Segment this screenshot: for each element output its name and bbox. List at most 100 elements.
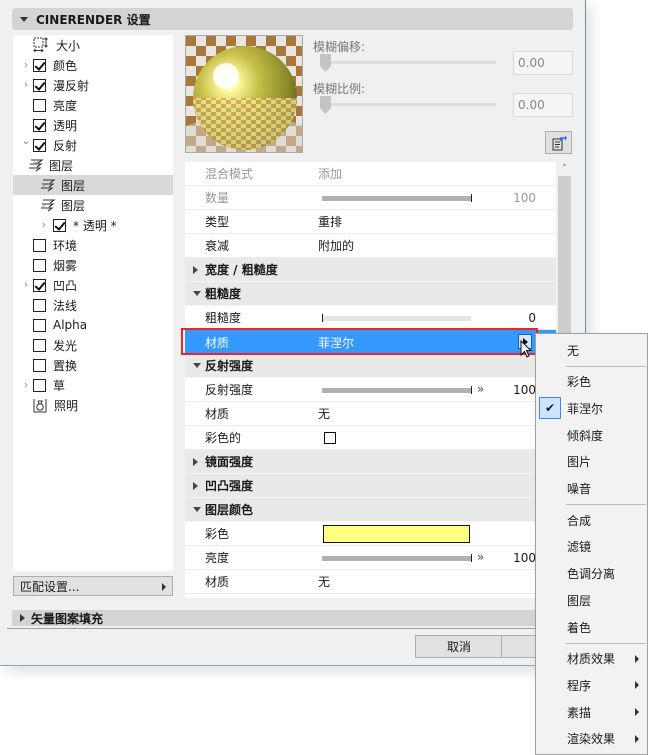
collapse-triangle-icon[interactable] [193,363,201,368]
menu-item[interactable]: 噪音 [536,476,647,502]
menu-item[interactable]: 彩色 [536,369,647,395]
checkbox[interactable] [33,338,46,352]
chevron-right-icon[interactable]: › [21,79,31,90]
slider-handle[interactable] [471,194,472,202]
blur-scale-slider-thumb[interactable] [320,96,331,114]
property-number[interactable]: 100 [513,551,536,565]
tree-item[interactable]: Alpha [13,315,173,335]
chevron-right-icon[interactable]: › [21,379,31,390]
property-number[interactable]: 0 [528,311,536,325]
vector-fill-section-header[interactable]: 矢量图案填充 [12,610,573,626]
tree-item[interactable]: › 颜色 [13,55,173,75]
property-row[interactable]: 反射强度 » 100 [185,378,556,402]
menu-item[interactable]: 图层 [536,587,647,613]
checkbox[interactable] [33,318,46,332]
checkbox[interactable] [33,78,46,92]
property-value[interactable]: 添加 [318,165,342,182]
chevron-down-icon[interactable]: ⌄ [31,155,41,166]
scroll-up-arrow-icon[interactable]: ˄ [557,162,572,176]
cancel-button[interactable]: 取消 [415,635,503,658]
tree-item[interactable]: › 图层 [13,195,173,215]
blur-scale-input[interactable]: 0.00 [513,93,573,117]
double-chevron-icon[interactable]: » [477,550,484,564]
property-value[interactable]: 附加的 [318,237,354,254]
checkbox[interactable] [33,298,46,312]
property-group-header[interactable]: 镜面强度 [185,450,556,474]
property-value[interactable]: 无 [318,405,330,422]
menu-item[interactable]: 合成 [536,507,647,533]
slider-track[interactable] [322,316,471,321]
tree-item[interactable]: › 凹凸 [13,275,173,295]
chevron-right-icon[interactable]: › [21,59,31,70]
blur-scale-slider-track[interactable] [323,103,496,106]
menu-item[interactable]: 渲染效果 [536,726,647,752]
checkbox[interactable] [33,278,46,292]
chevron-right-icon[interactable]: › [39,219,49,230]
tree-item[interactable]: › * 透明 * [13,215,173,235]
scrollbar-thumb[interactable] [558,176,571,346]
expand-triangle-icon[interactable] [193,481,198,490]
menu-item[interactable]: 材质效果 [536,646,647,672]
blur-offset-slider-thumb[interactable] [320,54,331,72]
checkbox[interactable] [324,432,336,444]
tree-item[interactable]: ⌄ 反射 [13,135,173,155]
tree-item[interactable]: 亮度 [13,95,173,115]
slider-handle[interactable] [322,314,323,322]
menu-item[interactable]: 滤镜 [536,534,647,560]
property-row[interactable]: 材质 无 [185,570,556,594]
tree-item[interactable]: 环境 [13,235,173,255]
tree-item[interactable]: 烟雾 [13,255,173,275]
property-row[interactable]: 彩色的 [185,426,556,450]
menu-item[interactable]: ✔ 菲涅尔 [536,395,647,421]
property-value[interactable]: 无 [318,573,330,590]
slider-handle[interactable] [471,386,472,394]
tree-item[interactable]: ⌄ 图层 [13,155,173,175]
property-row[interactable]: 粗糙度 0 [185,306,556,330]
slider-fill[interactable] [322,388,471,393]
tree-item[interactable]: › 草 [13,375,173,395]
property-row[interactable]: 亮度 » 100 [185,546,556,570]
tree-item[interactable]: › 图层 [13,175,173,195]
slider-fill[interactable] [322,196,471,201]
checkbox[interactable] [33,378,46,392]
property-value[interactable]: 菲涅尔 [318,334,354,351]
property-value[interactable]: 重排 [318,213,342,230]
checkbox[interactable] [33,258,46,272]
collapse-triangle-icon[interactable] [193,291,201,296]
blur-offset-input[interactable]: 0.00 [513,51,573,75]
property-group-header[interactable]: 宽度 / 粗糙度 [185,258,556,282]
property-group-header[interactable]: 凹凸强度 [185,474,556,498]
cinerender-section-header[interactable]: CINERENDER 设置 [12,8,573,30]
expand-triangle-icon[interactable] [193,265,198,274]
collapse-triangle-icon[interactable] [193,507,201,512]
color-swatch[interactable] [323,525,470,543]
expand-triangle-icon[interactable] [193,457,198,466]
menu-item[interactable]: 倾斜度 [536,422,647,448]
property-group-header[interactable]: 反射强度 [185,354,556,378]
tree-item[interactable]: 法线 [13,295,173,315]
export-settings-button[interactable] [545,131,572,154]
slider-fill[interactable] [322,556,471,561]
property-group-header[interactable]: 图层颜色 [185,498,556,522]
chevron-right-icon[interactable]: › [39,179,49,190]
tree-item[interactable]: 照明 [13,395,173,415]
menu-item[interactable]: 着色 [536,614,647,640]
property-group-header[interactable]: 粗糙度 [185,282,556,306]
tree-item[interactable]: 发光 [13,335,173,355]
checkbox[interactable] [33,138,46,152]
menu-item[interactable]: 素描 [536,699,647,725]
blur-offset-slider-track[interactable] [323,61,496,64]
property-row[interactable]: 衰减 附加的 [185,234,556,258]
chevron-right-icon[interactable]: › [39,199,49,210]
chevron-down-icon[interactable]: ⌄ [21,135,31,146]
property-row[interactable]: 彩色 [185,522,556,546]
menu-item[interactable]: 色调分离 [536,561,647,587]
checkbox[interactable] [53,218,66,232]
chevron-right-icon[interactable]: › [21,279,31,290]
property-row[interactable]: 数量 100 [185,186,556,210]
checkbox[interactable] [33,118,46,132]
menu-item[interactable]: 图片 [536,449,647,475]
checkbox[interactable] [33,58,46,72]
checkbox[interactable] [33,238,46,252]
property-number[interactable]: 100 [513,191,536,205]
